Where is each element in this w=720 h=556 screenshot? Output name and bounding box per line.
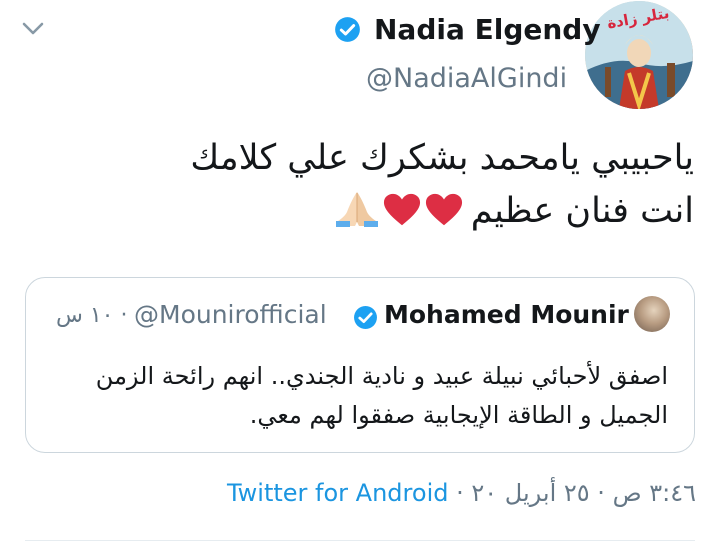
author-name[interactable]: Nadia Elgendy <box>374 13 601 46</box>
quoted-author-avatar[interactable] <box>634 296 670 332</box>
tweet-text-line: ياحبيبي يامحمد بشكرك علي كلامك <box>190 138 694 178</box>
emoji-group <box>331 188 463 244</box>
red-heart-icon <box>383 193 420 226</box>
meta-separator: · <box>597 479 605 507</box>
meta-separator: · <box>456 479 464 507</box>
verified-badge-icon <box>335 17 360 42</box>
author-handle[interactable]: @NadiaAlGindi <box>366 63 567 94</box>
quoted-text-line: الجميل و الطاقة الإيجابية صفقوا لهم معي. <box>249 401 668 429</box>
verified-badge-icon <box>354 306 377 329</box>
quoted-tweet-time: · ١٠ س <box>56 303 128 328</box>
tweet-text: ياحبيبي يامحمد بشكرك علي كلامك انت فنان … <box>54 132 694 244</box>
author-avatar[interactable]: بتلر زادة <box>585 1 693 109</box>
quoted-author-name[interactable]: Mohamed Mounir <box>384 300 629 329</box>
tweet-date: ٢٥ أبريل ٢٠ <box>471 479 590 507</box>
tweet-text-line: انت فنان عظيم <box>470 191 694 231</box>
divider <box>25 540 695 541</box>
quoted-text-line: اصفق لأحبائي نبيلة عبيد و نادية الجندي..… <box>95 362 668 390</box>
quoted-author-handle[interactable]: @Mounirofficial <box>134 300 327 329</box>
tweet-text-line-2: انت فنان عظيم <box>54 185 694 244</box>
tweet-meta: ٣:٤٦ ص · ٢٥ أبريل ٢٠ · Twitter for Andro… <box>204 479 696 513</box>
quoted-tweet-text: اصفق لأحبائي نبيلة عبيد و نادية الجندي..… <box>38 357 668 435</box>
folded-hands-icon <box>335 192 378 227</box>
tweet-time: ٣:٤٦ ص <box>612 479 696 507</box>
chevron-down-icon[interactable] <box>22 20 44 38</box>
tweet-source-link[interactable]: Twitter for Android <box>227 479 448 507</box>
red-heart-icon <box>425 193 462 226</box>
avatar-image: بتلر زادة <box>585 1 693 109</box>
